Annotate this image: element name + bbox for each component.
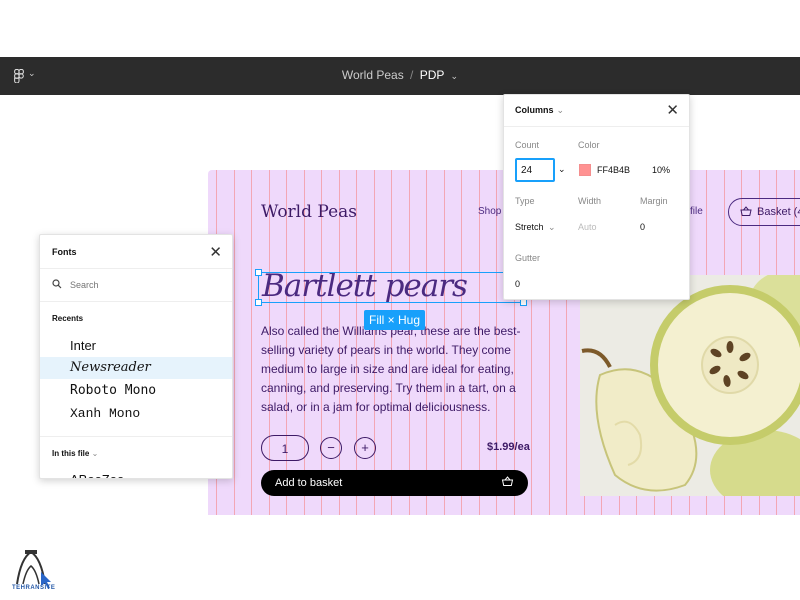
fill-hug-badge: Fill × Hug xyxy=(364,310,426,330)
basket-label: Basket (4 xyxy=(757,206,800,218)
fonts-panel: Fonts ✕ Recents Inter Newsreader Roboto … xyxy=(39,234,233,479)
page-caret-icon: ⌄ xyxy=(450,71,459,81)
margin-label: Margin xyxy=(640,196,668,206)
search-icon xyxy=(52,279,62,292)
resize-handle-bottom-left[interactable] xyxy=(255,299,262,306)
watermark-text: TEHRANSITE xyxy=(12,585,56,591)
basket-button[interactable]: Basket (4 xyxy=(728,198,800,226)
recents-label: Recents xyxy=(52,314,84,323)
count-label: Count xyxy=(515,140,540,150)
pear-product-image[interactable] xyxy=(580,275,800,496)
selection-outline xyxy=(258,272,524,303)
tehransite-watermark-logo xyxy=(16,550,51,589)
color-hex-value[interactable]: FF4B4B xyxy=(597,165,630,175)
close-icon[interactable]: ✕ xyxy=(209,243,222,261)
layout-grid-panel: Columns ⌄ ✕ Count Color 24 ⌄ FF4B4B 10% T… xyxy=(503,94,690,300)
page-name: PDP xyxy=(419,68,445,82)
screen: ⌄ World Peas / PDP ⌄ World Peas Shop fil… xyxy=(0,0,800,600)
count-dropdown-chevron-icon[interactable]: ⌄ xyxy=(558,164,566,175)
add-to-basket-button[interactable]: Add to basket xyxy=(261,470,528,496)
grid-type-dropdown[interactable]: Columns ⌄ xyxy=(515,105,564,116)
color-swatch[interactable] xyxy=(579,164,591,176)
close-icon[interactable]: ✕ xyxy=(666,101,679,119)
layout-grid-column-line xyxy=(233,170,235,515)
divider xyxy=(504,126,689,127)
gutter-field[interactable]: 0 xyxy=(515,279,520,289)
margin-field[interactable]: 0 xyxy=(640,222,645,232)
product-price: $1.99/ea xyxy=(487,441,530,453)
nav-shop-link[interactable]: Shop xyxy=(478,206,501,217)
width-label: Width xyxy=(578,196,602,206)
type-label: Type xyxy=(515,196,535,206)
gutter-label: Gutter xyxy=(515,253,541,263)
divider xyxy=(40,268,232,269)
chevron-down-icon: ⌄ xyxy=(556,105,565,115)
product-description: Also called the Williams pear, these are… xyxy=(261,324,521,414)
chevron-down-icon: ⌄ xyxy=(548,222,556,232)
add-to-basket-label: Add to basket xyxy=(275,477,343,489)
color-opacity-value[interactable]: 10% xyxy=(652,165,670,175)
layout-grid-column-line xyxy=(251,170,252,515)
count-input[interactable]: 24 xyxy=(515,158,555,182)
basket-icon xyxy=(740,205,752,220)
decrease-quantity-button[interactable]: − xyxy=(320,437,342,459)
quantity-field[interactable]: 1 xyxy=(261,435,309,461)
width-field[interactable]: Auto xyxy=(578,222,597,232)
resize-handle-top-left[interactable] xyxy=(255,269,262,276)
in-this-file-dropdown[interactable]: In this file ⌄ xyxy=(52,449,98,458)
color-label: Color xyxy=(578,140,600,150)
basket-icon xyxy=(501,475,514,490)
panel-title: Fonts xyxy=(52,247,77,257)
font-search-input[interactable] xyxy=(70,280,210,290)
panel-title: Columns xyxy=(515,105,554,115)
nav-link-partial[interactable]: file xyxy=(690,206,703,217)
file-breadcrumb[interactable]: World Peas / PDP ⌄ xyxy=(0,68,800,82)
type-value: Stretch xyxy=(515,222,544,232)
site-brand-logo[interactable]: World Peas xyxy=(261,202,357,222)
divider xyxy=(40,301,232,302)
font-item-roboto-mono[interactable]: Roboto Mono xyxy=(40,380,232,402)
figma-toolbar: ⌄ World Peas / PDP ⌄ xyxy=(0,57,800,95)
font-item-xanh-mono[interactable]: Xanh Mono xyxy=(40,403,232,425)
divider xyxy=(40,436,232,437)
increase-quantity-button[interactable]: + xyxy=(354,437,376,459)
resize-handle-bottom-right[interactable] xyxy=(520,299,527,306)
font-item-newsreader[interactable]: Newsreader xyxy=(40,357,232,379)
chevron-down-icon: ⌄ xyxy=(91,449,99,458)
in-this-file-label: In this file xyxy=(52,449,90,458)
breadcrumb-separator: / xyxy=(410,68,414,82)
font-item-abeezee[interactable]: ABeeZee xyxy=(40,469,232,478)
type-dropdown[interactable]: Stretch ⌄ xyxy=(515,222,556,233)
file-name: World Peas xyxy=(341,68,404,82)
font-item-inter[interactable]: Inter xyxy=(40,335,232,357)
